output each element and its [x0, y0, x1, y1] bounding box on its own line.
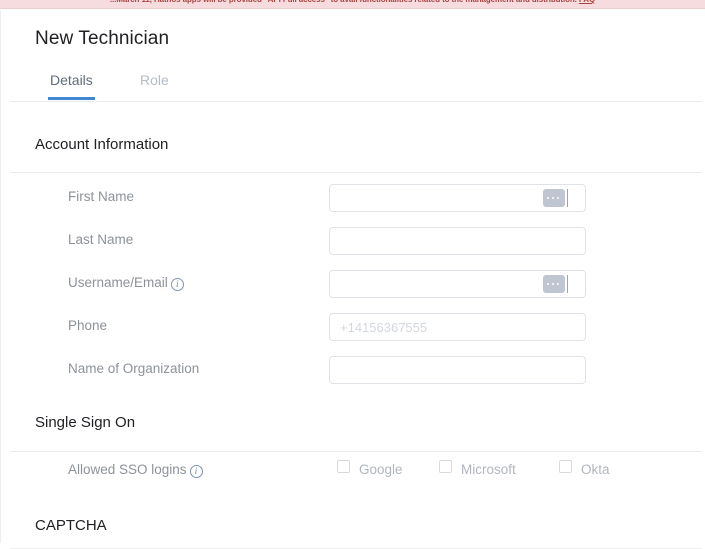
info-icon-username-email[interactable]: i: [170, 278, 184, 291]
form-row-username-email: Username/Email i: [1, 270, 705, 298]
label-last-name-text: Last Name: [68, 232, 134, 247]
sso-label-google: Google: [359, 462, 403, 477]
section-title-captcha: CAPTCHA: [35, 517, 107, 534]
sso-option-okta[interactable]: Okta: [559, 460, 610, 478]
label-username-email-text: Username/Email: [68, 275, 168, 290]
input-name-of-organization[interactable]: [329, 356, 586, 384]
sso-label-okta: Okta: [581, 462, 610, 477]
text-caret: [567, 189, 568, 207]
checkbox-google[interactable]: [337, 460, 350, 473]
label-phone: Phone: [68, 318, 107, 333]
label-username-email: Username/Email i: [68, 275, 184, 291]
input-phone[interactable]: [329, 313, 586, 341]
label-phone-text: Phone: [68, 318, 108, 333]
form-row-allowed-sso-logins: Allowed SSO logins i Google Microsoft Okt…: [1, 457, 705, 483]
sso-options-group: Google Microsoft Okta: [337, 460, 677, 480]
label-last-name: Last Name: [68, 232, 133, 247]
form-row-first-name: First Name: [1, 184, 705, 212]
section-title-single-sign-on: Single Sign On: [35, 414, 136, 431]
api-notice-banner: ...March 11, Hathos apps will be provide…: [0, 0, 705, 9]
new-technician-page: New Technician Details Role Account Info…: [0, 10, 705, 549]
tab-details[interactable]: Details: [48, 72, 95, 100]
text-caret: [567, 275, 568, 293]
info-icon-allowed-sso-logins[interactable]: i: [189, 465, 203, 478]
label-allowed-sso-logins-text: Allowed SSO logins: [68, 462, 187, 477]
form-row-name-of-organization: Name of Organization: [1, 356, 705, 384]
section-divider-sso: [10, 451, 702, 452]
page-title: New Technician: [35, 28, 170, 49]
checkbox-microsoft[interactable]: [439, 460, 452, 473]
sso-option-google[interactable]: Google: [337, 460, 403, 478]
label-name-of-organization-text: Name of Organization: [68, 361, 200, 376]
section-title-account-information: Account Information: [35, 136, 169, 153]
sso-label-microsoft: Microsoft: [461, 462, 516, 477]
form-row-phone: Phone: [1, 313, 705, 341]
label-first-name-text: First Name: [68, 189, 135, 204]
tab-bar: Details Role: [10, 68, 702, 102]
autofill-dots-icon[interactable]: [543, 275, 565, 293]
notice-faq-link[interactable]: FAQ: [579, 0, 595, 4]
input-last-name[interactable]: [329, 227, 586, 255]
label-allowed-sso-logins: Allowed SSO logins i: [68, 462, 203, 478]
tab-role[interactable]: Role: [138, 72, 171, 100]
label-first-name: First Name: [68, 189, 134, 204]
section-divider-account: [10, 172, 702, 173]
form-row-last-name: Last Name: [1, 227, 705, 255]
checkbox-okta[interactable]: [559, 460, 572, 473]
label-name-of-organization: Name of Organization: [68, 361, 199, 376]
sso-option-microsoft[interactable]: Microsoft: [439, 460, 516, 478]
notice-text: ...March 11, Hathos apps will be provide…: [110, 0, 577, 4]
autofill-dots-icon[interactable]: [543, 189, 565, 207]
